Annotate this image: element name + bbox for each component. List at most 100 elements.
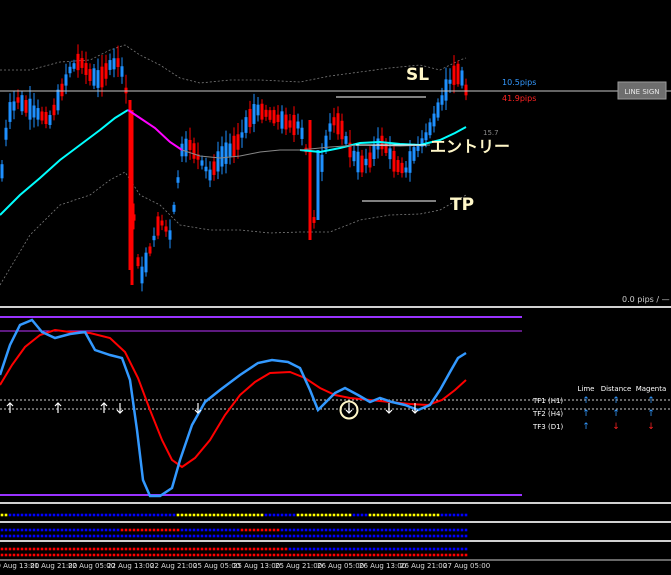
signal-dot bbox=[156, 513, 160, 517]
signal-dot bbox=[304, 553, 308, 557]
signal-dot bbox=[324, 547, 328, 551]
signal-dot bbox=[4, 528, 8, 532]
signal-dot bbox=[444, 534, 448, 538]
signal-dot bbox=[236, 553, 240, 557]
signal-dot bbox=[20, 553, 24, 557]
timeframe-label: TF2 (H4) bbox=[532, 410, 563, 418]
signal-dot bbox=[0, 534, 4, 538]
signal-dot bbox=[332, 528, 336, 532]
signal-dot bbox=[88, 528, 92, 532]
signal-dot bbox=[320, 553, 324, 557]
signal-dot bbox=[176, 553, 180, 557]
signal-dot bbox=[232, 513, 236, 517]
up-arrow-icon bbox=[54, 402, 62, 413]
candle-body bbox=[48, 115, 52, 125]
signal-dot bbox=[348, 547, 352, 551]
signal-dot bbox=[64, 553, 68, 557]
signal-dot bbox=[180, 513, 184, 517]
signal-dot bbox=[16, 534, 20, 538]
signal-dot bbox=[224, 553, 228, 557]
time-axis-label: 25 Aug 13:00 bbox=[233, 562, 280, 570]
signal-dot bbox=[192, 513, 196, 517]
tp-label: TP bbox=[450, 195, 474, 215]
signal-dot bbox=[436, 513, 440, 517]
signal-dot bbox=[372, 547, 376, 551]
signal-dot bbox=[260, 534, 264, 538]
signal-dot bbox=[148, 513, 152, 517]
up-arrow-icon bbox=[100, 402, 108, 413]
signal-dot bbox=[264, 528, 268, 532]
signal-dot bbox=[200, 513, 204, 517]
signal-dot bbox=[56, 553, 60, 557]
signal-dot bbox=[440, 553, 444, 557]
signal-dot bbox=[428, 553, 432, 557]
signal-dot bbox=[368, 534, 372, 538]
signal-dot bbox=[104, 547, 108, 551]
candle-body bbox=[272, 110, 276, 124]
signal-dot bbox=[64, 513, 68, 517]
signal-dot bbox=[16, 528, 20, 532]
candle-body bbox=[64, 74, 68, 86]
candle-body bbox=[204, 166, 208, 172]
candle-body bbox=[200, 160, 204, 166]
timeframe-label: TF1 (H1) bbox=[532, 397, 563, 405]
signal-dot bbox=[112, 547, 116, 551]
signal-dot bbox=[176, 534, 180, 538]
signal-dot bbox=[368, 513, 372, 517]
signal-dot bbox=[172, 513, 176, 517]
signal-dot bbox=[372, 513, 376, 517]
line-sign-button[interactable]: LINE SIGN bbox=[617, 81, 667, 100]
signal-dot bbox=[344, 553, 348, 557]
signal-dot bbox=[352, 547, 356, 551]
signal-dot bbox=[56, 528, 60, 532]
signal-dot bbox=[372, 534, 376, 538]
signal-dot bbox=[324, 513, 328, 517]
candle-body bbox=[208, 169, 212, 181]
down-arrow-icon: ↓ bbox=[612, 422, 620, 432]
candle-body bbox=[32, 105, 36, 118]
signal-dot bbox=[124, 553, 128, 557]
candle-body bbox=[176, 177, 180, 183]
signal-dot bbox=[168, 534, 172, 538]
up-arrow-icon bbox=[6, 402, 14, 413]
signal-dot bbox=[136, 528, 140, 532]
signal-dot bbox=[336, 528, 340, 532]
signal-dot bbox=[252, 528, 256, 532]
signal-dot bbox=[48, 534, 52, 538]
signal-dot bbox=[140, 513, 144, 517]
candle-body bbox=[28, 98, 32, 120]
candle-body bbox=[236, 134, 240, 150]
signal-dot bbox=[224, 513, 228, 517]
signal-dot bbox=[364, 553, 368, 557]
signal-dot bbox=[80, 547, 84, 551]
signal-dot bbox=[208, 513, 212, 517]
signal-dot bbox=[308, 528, 312, 532]
time-axis-label: 22 Aug 21:00 bbox=[150, 562, 197, 570]
candle-body bbox=[280, 111, 284, 129]
candle-body bbox=[84, 63, 88, 75]
signal-dot bbox=[56, 547, 60, 551]
signal-dot bbox=[300, 528, 304, 532]
signal-dot bbox=[120, 513, 124, 517]
signal-dot bbox=[304, 547, 308, 551]
signal-dot bbox=[408, 528, 412, 532]
signal-dot bbox=[456, 534, 460, 538]
signal-dot bbox=[380, 534, 384, 538]
signal-dot bbox=[388, 553, 392, 557]
candle-body bbox=[376, 138, 380, 150]
candle-body bbox=[408, 151, 412, 173]
signal-dot bbox=[104, 528, 108, 532]
signal-dot bbox=[424, 513, 428, 517]
signal-dot bbox=[420, 534, 424, 538]
signal-dot bbox=[316, 513, 320, 517]
signal-dot bbox=[384, 528, 388, 532]
signal-dot bbox=[116, 547, 120, 551]
signal-dot bbox=[12, 547, 16, 551]
signal-dot bbox=[220, 553, 224, 557]
signal-dot bbox=[52, 534, 56, 538]
candle-body bbox=[436, 102, 440, 118]
signal-dot bbox=[104, 553, 108, 557]
signal-dot bbox=[92, 528, 96, 532]
signal-dot bbox=[140, 528, 144, 532]
signal-dot bbox=[144, 534, 148, 538]
